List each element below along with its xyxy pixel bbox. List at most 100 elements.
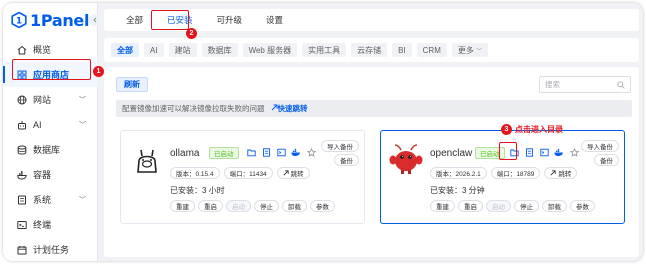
chevron-left-icon bbox=[93, 17, 97, 23]
button-label: 停止 bbox=[260, 204, 273, 211]
sidebar-item-ai[interactable]: AI ﹀ bbox=[3, 112, 98, 137]
backup-button[interactable]: 备份 bbox=[334, 154, 359, 166]
sidebar-item-database[interactable]: 数据库 bbox=[3, 137, 98, 162]
notice-text: 配置镜像加速可以解决镜像拉取失败的问题 bbox=[122, 104, 265, 113]
system-icon bbox=[17, 195, 27, 205]
annotation-callout: 点击进入目录 bbox=[515, 125, 563, 134]
uninstall-button[interactable]: 卸载 bbox=[542, 200, 567, 212]
stop-button[interactable]: 停止 bbox=[254, 200, 279, 212]
button-label: 参数 bbox=[576, 204, 589, 211]
chevron-down-icon: ﹀ bbox=[79, 196, 86, 204]
import-backup-button[interactable]: 导入备份 bbox=[581, 140, 619, 152]
logo-icon: 1 bbox=[11, 12, 27, 28]
category-chip-bi[interactable]: BI bbox=[392, 43, 412, 57]
sync-button-label: 刷新 bbox=[124, 80, 140, 89]
category-chip-database[interactable]: 数据库 bbox=[201, 43, 238, 57]
start-button[interactable]: 启动 bbox=[486, 200, 511, 212]
category-chip-tools[interactable]: 实用工具 bbox=[302, 43, 347, 57]
category-chip-web-server[interactable]: Web 服务器 bbox=[242, 43, 298, 57]
terminal-icon[interactable] bbox=[276, 147, 286, 157]
installed-apps-panel: 刷新 搜索 配置镜像加速可以解决镜像拉取失败的问题 快速跳转 ollama 已启… bbox=[104, 67, 639, 257]
collapse-sidebar-button[interactable] bbox=[89, 14, 101, 26]
category-chip-ai[interactable]: AI bbox=[144, 43, 164, 57]
annotation-box-app-store bbox=[12, 59, 91, 80]
button-label: 卸载 bbox=[548, 204, 561, 211]
button-label: 备份 bbox=[340, 158, 353, 165]
category-chip-website[interactable]: 建站 bbox=[168, 43, 197, 57]
log-icon[interactable] bbox=[524, 147, 534, 157]
app-info-row: 版本：0.15.4 端口：11434 跳转 bbox=[170, 167, 310, 179]
tab-upgradable[interactable]: 可升级 bbox=[205, 9, 255, 31]
search-icon bbox=[617, 80, 625, 89]
button-label: 启动 bbox=[492, 204, 505, 211]
notice-link[interactable]: 快速跳转 bbox=[271, 103, 308, 114]
restart-button[interactable]: 重启 bbox=[458, 200, 483, 212]
category-chip-more[interactable]: 更多 ﹀ bbox=[451, 43, 489, 57]
folder-icon[interactable] bbox=[246, 147, 256, 157]
category-chip-all[interactable]: 全部 bbox=[111, 43, 139, 57]
category-chip-crm[interactable]: CRM bbox=[416, 43, 447, 57]
annotation-badge: 1 bbox=[93, 66, 104, 77]
port-tag: 端口：11434 bbox=[223, 167, 273, 179]
tab-all[interactable]: 全部 bbox=[114, 9, 155, 31]
sync-button[interactable]: 刷新 bbox=[116, 77, 148, 92]
logo[interactable]: 1 1Panel bbox=[11, 9, 89, 31]
backup-button[interactable]: 备份 bbox=[594, 154, 619, 166]
params-button[interactable]: 参数 bbox=[310, 200, 335, 212]
jump-label: 跳转 bbox=[290, 171, 304, 178]
docker-icon[interactable] bbox=[291, 147, 301, 157]
sidebar-item-website[interactable]: 网站 ﹀ bbox=[3, 87, 98, 112]
rebuild-button[interactable]: 重建 bbox=[170, 200, 195, 212]
backup-buttons: 导入备份 备份 bbox=[581, 140, 619, 166]
jump-icon bbox=[550, 170, 556, 176]
sidebar-item-system[interactable]: 系统 ﹀ bbox=[3, 187, 98, 212]
stop-button[interactable]: 停止 bbox=[514, 200, 539, 212]
tab-label: 设置 bbox=[266, 15, 284, 25]
log-icon[interactable] bbox=[261, 147, 271, 157]
sidebar-item-container[interactable]: 容器 bbox=[3, 162, 98, 187]
chip-label: 建站 bbox=[174, 45, 191, 55]
ollama-app-icon bbox=[137, 149, 157, 173]
jump-link[interactable]: 跳转 bbox=[276, 167, 310, 179]
calendar-icon bbox=[17, 245, 27, 255]
category-filter-bar: 全部 AI 建站 数据库 Web 服务器 实用工具 云存储 BI CRM 更多 … bbox=[104, 38, 639, 62]
robot-icon bbox=[17, 120, 27, 130]
button-label: 备份 bbox=[600, 158, 613, 165]
backup-buttons: 导入备份 备份 bbox=[321, 140, 359, 166]
terminal-icon[interactable] bbox=[539, 147, 549, 157]
search-placeholder: 搜索 bbox=[545, 80, 560, 89]
search-input[interactable]: 搜索 bbox=[539, 76, 631, 93]
restart-button[interactable]: 重启 bbox=[198, 200, 223, 212]
docker-icon[interactable] bbox=[554, 147, 564, 157]
jump-label: 跳转 bbox=[558, 171, 572, 178]
sidebar-item-terminal[interactable]: 终端 bbox=[3, 212, 98, 237]
tab-settings[interactable]: 设置 bbox=[254, 9, 295, 31]
app-window: 1 1Panel 概览 应用商店 网站 ﹀ AI ﹀ 数据库 容器 系统 ﹀ 终… bbox=[3, 3, 643, 261]
star-icon[interactable] bbox=[569, 147, 579, 157]
installed-time: 已安装：3 小时 bbox=[170, 186, 225, 195]
import-backup-button[interactable]: 导入备份 bbox=[321, 140, 359, 152]
app-card-ollama[interactable]: ollama 已启动 导入备份 备份 版本：0.15.4 端口：11434 跳转… bbox=[120, 130, 365, 224]
button-label: 重建 bbox=[436, 204, 449, 211]
sidebar-item-label: 系统 bbox=[33, 195, 52, 205]
sidebar-item-label: 概览 bbox=[33, 45, 52, 55]
uninstall-button[interactable]: 卸载 bbox=[282, 200, 307, 212]
logo-text: 1Panel bbox=[30, 10, 90, 30]
chip-label: AI bbox=[150, 45, 158, 55]
star-icon[interactable] bbox=[306, 147, 316, 157]
params-button[interactable]: 参数 bbox=[570, 200, 595, 212]
annotation-box-folder-icon bbox=[499, 142, 517, 160]
app-info-row: 版本：2026.2.1 端口：18789 跳转 bbox=[430, 167, 578, 179]
category-chip-storage[interactable]: 云存储 bbox=[351, 43, 388, 57]
home-icon bbox=[17, 45, 27, 55]
rebuild-button[interactable]: 重建 bbox=[430, 200, 455, 212]
sidebar: 1 1Panel 概览 应用商店 网站 ﹀ AI ﹀ 数据库 容器 系统 ﹀ 终… bbox=[3, 3, 98, 261]
start-button[interactable]: 启动 bbox=[226, 200, 251, 212]
chip-label: BI bbox=[398, 45, 406, 55]
chip-label: CRM bbox=[422, 45, 441, 55]
chip-label: 全部 bbox=[117, 45, 133, 55]
sidebar-item-cron[interactable]: 计划任务 bbox=[3, 237, 98, 261]
app-name: openclaw bbox=[430, 148, 473, 159]
jump-link[interactable]: 跳转 bbox=[544, 167, 578, 179]
terminal-icon bbox=[17, 220, 27, 230]
